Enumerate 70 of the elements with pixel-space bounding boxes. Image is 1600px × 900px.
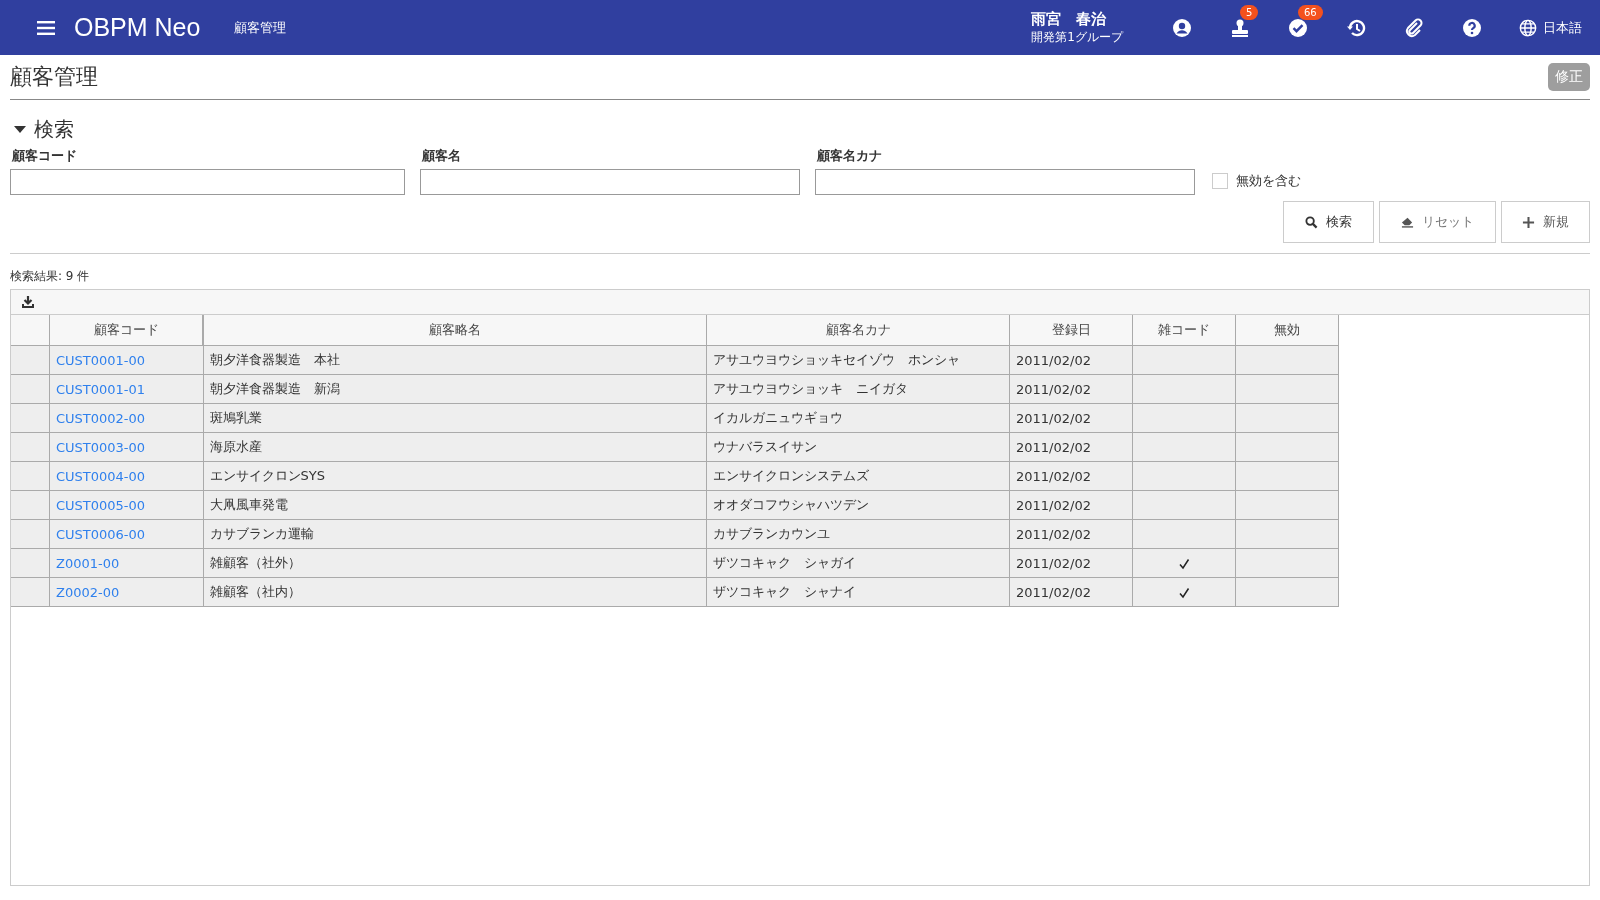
search-section-toggle[interactable]: 検索 bbox=[10, 116, 78, 143]
column-header: 顧客名カナ bbox=[706, 315, 1010, 346]
reset-button[interactable]: リセット bbox=[1379, 201, 1496, 243]
user-group: 開発第1グループ bbox=[1031, 28, 1123, 46]
column-header: 登録日 bbox=[1009, 315, 1133, 346]
table-cell: 2011/02/02 bbox=[1009, 432, 1133, 462]
checkbox[interactable] bbox=[1212, 173, 1228, 189]
caret-icon bbox=[14, 125, 26, 134]
check-icon bbox=[1178, 558, 1190, 570]
search-icon bbox=[1305, 215, 1318, 229]
table-cell: 海原水産 bbox=[203, 432, 707, 462]
history-icon[interactable] bbox=[1346, 17, 1366, 38]
table-cell: ザツコキャク シャナイ bbox=[706, 577, 1010, 607]
edit-button[interactable]: 修正 bbox=[1548, 63, 1590, 91]
menu-icon[interactable] bbox=[37, 20, 55, 35]
field-label: 顧客名 bbox=[421, 147, 462, 165]
page-title: 顧客管理 bbox=[10, 63, 98, 91]
globe-icon bbox=[1519, 18, 1537, 37]
table-cell: エンサイクロンシステムズ bbox=[706, 461, 1010, 491]
table-cell: 2011/02/02 bbox=[1009, 548, 1133, 578]
check-icon bbox=[1178, 587, 1190, 599]
user-icon[interactable] bbox=[1172, 17, 1192, 38]
eraser-icon bbox=[1401, 215, 1414, 229]
search-button[interactable]: 検索 bbox=[1283, 201, 1374, 243]
table-cell: アサユウヨウショッキ ニイガタ bbox=[706, 374, 1010, 404]
input-field[interactable] bbox=[420, 169, 800, 195]
help-icon[interactable] bbox=[1462, 17, 1482, 38]
table-cell: 2011/02/02 bbox=[1009, 403, 1133, 433]
table-cell: オオダコフウシャハツデン bbox=[706, 490, 1010, 520]
input-field[interactable] bbox=[10, 169, 405, 195]
table-cell: イカルガニュウギョウ bbox=[706, 403, 1010, 433]
table-cell: 雑顧客（社内） bbox=[203, 577, 707, 607]
download-icon[interactable] bbox=[21, 295, 35, 309]
table-cell: カサブランカ運輸 bbox=[203, 519, 707, 549]
check-circle-icon[interactable] bbox=[1288, 17, 1308, 38]
paperclip-icon[interactable] bbox=[1404, 17, 1424, 38]
table-cell: 朝夕洋食器製造 本社 bbox=[203, 345, 707, 375]
table-cell: 斑鳩乳業 bbox=[203, 403, 707, 433]
table-cell: 2011/02/02 bbox=[1009, 519, 1133, 549]
column-header: 顧客略名 bbox=[203, 315, 707, 346]
app-title[interactable]: OBPM Neo bbox=[74, 13, 201, 42]
field-label: 顧客名カナ bbox=[816, 147, 883, 165]
result-count: 検索結果: 9 件 bbox=[10, 268, 91, 285]
plus-icon bbox=[1522, 215, 1535, 229]
notification-badge: 66 bbox=[1298, 4, 1323, 20]
table-cell: 2011/02/02 bbox=[1009, 577, 1133, 607]
language-button[interactable]: 日本語 bbox=[1519, 18, 1582, 37]
column-header: 雑コード bbox=[1132, 315, 1236, 346]
field-label: 顧客コード bbox=[11, 147, 78, 165]
table-cell: 2011/02/02 bbox=[1009, 490, 1133, 520]
table-cell: 朝夕洋食器製造 新潟 bbox=[203, 374, 707, 404]
table-cell: アサユウヨウショッキセイゾウ ホンシャ bbox=[706, 345, 1010, 375]
checkbox-label: 無効を含む bbox=[1236, 172, 1301, 190]
table-cell: ウナバラスイサン bbox=[706, 432, 1010, 462]
page-label: 顧客管理 bbox=[234, 18, 287, 37]
notification-badge: 5 bbox=[1240, 4, 1259, 20]
user-name: 雨宮 春治 bbox=[1031, 9, 1108, 29]
table-cell: ザツコキャク シャガイ bbox=[706, 548, 1010, 578]
input-field[interactable] bbox=[815, 169, 1195, 195]
column-header: 無効 bbox=[1235, 315, 1339, 346]
table-cell: 2011/02/02 bbox=[1009, 345, 1133, 375]
table-cell: 2011/02/02 bbox=[1009, 461, 1133, 491]
stamp-icon[interactable] bbox=[1230, 17, 1250, 38]
table-cell: 2011/02/02 bbox=[1009, 374, 1133, 404]
new-button[interactable]: 新規 bbox=[1501, 201, 1590, 243]
table-cell: 雑顧客（社外） bbox=[203, 548, 707, 578]
table-cell: エンサイクロンSYS bbox=[203, 461, 707, 491]
table-cell: カサブランカウンユ bbox=[706, 519, 1010, 549]
table-cell: 大凧風車発電 bbox=[203, 490, 707, 520]
column-header: 顧客コード bbox=[49, 315, 203, 346]
